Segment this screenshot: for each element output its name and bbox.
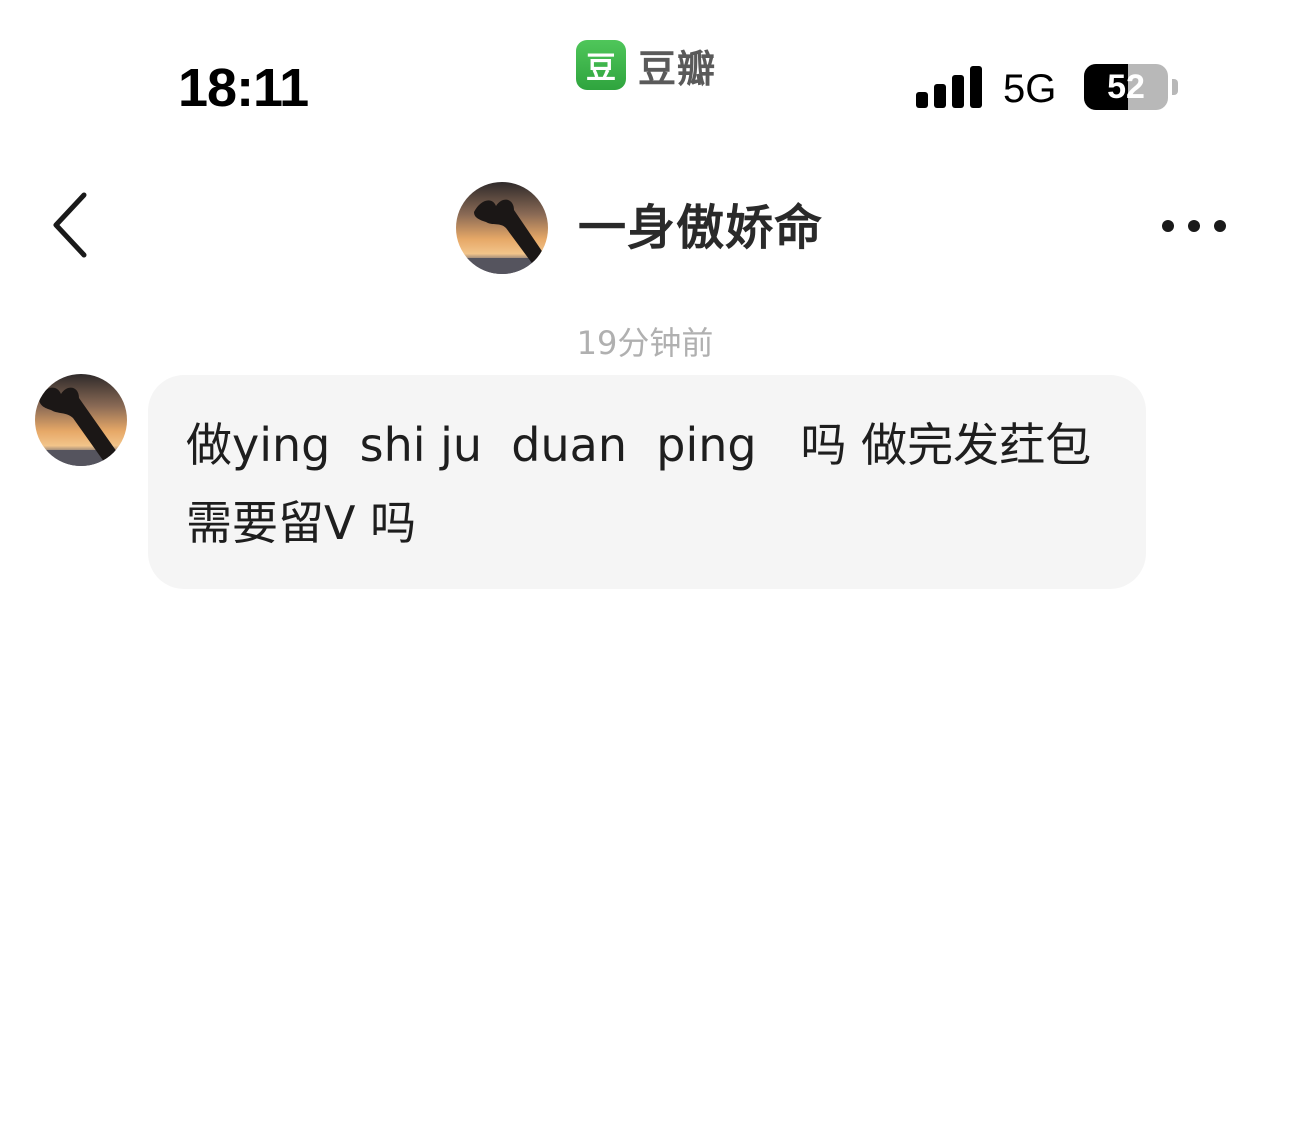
more-horizontal-icon xyxy=(1162,220,1226,232)
status-time: 18:11 xyxy=(178,58,309,118)
message-text-line: 做ying shi ju duan ping 吗 做完发荭包 xyxy=(186,418,1092,472)
chevron-left-icon xyxy=(53,192,87,258)
message-text-line: 需要留V 吗 xyxy=(186,496,417,550)
battery-percent: 52 xyxy=(1107,67,1145,106)
more-options-button[interactable] xyxy=(1156,206,1236,246)
back-button[interactable] xyxy=(40,185,100,265)
chat-header: 一身傲娇命 xyxy=(0,150,1290,300)
message-timestamp: 19分钟前 xyxy=(576,324,714,362)
source-app-badge[interactable]: 豆 豆瓣 xyxy=(576,40,717,91)
sender-avatar[interactable] xyxy=(35,374,127,466)
contact-name: 一身傲娇命 xyxy=(578,200,824,256)
battery-icon: 52 xyxy=(1084,64,1178,110)
contact-avatar[interactable] xyxy=(456,182,548,274)
message-bubble[interactable]: 做ying shi ju duan ping 吗 做完发荭包 需要留V 吗 xyxy=(148,375,1146,589)
status-bar: 18:11 豆 豆瓣 5G 52 xyxy=(0,0,1290,140)
avatar-image xyxy=(35,374,127,466)
douban-app-icon: 豆 xyxy=(576,40,626,90)
cellular-signal-icon xyxy=(916,66,982,108)
avatar-image xyxy=(456,182,548,274)
source-app-name: 豆瓣 xyxy=(638,46,717,91)
network-type: 5G xyxy=(1003,67,1057,111)
